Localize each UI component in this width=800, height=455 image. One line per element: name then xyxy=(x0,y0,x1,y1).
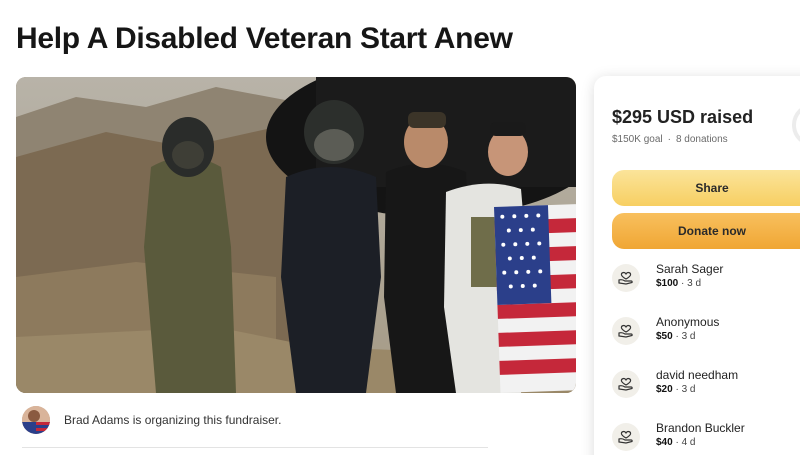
donation-item: david needham $20 · 3 d xyxy=(612,368,738,398)
donation-time: 3 d xyxy=(687,278,702,289)
progress-ring xyxy=(792,103,800,147)
organizer-avatar[interactable] xyxy=(22,406,50,434)
goal-summary: $150K goal · 8 donations xyxy=(612,134,728,145)
donor-name: david needham xyxy=(656,368,739,382)
donate-button[interactable]: Donate now xyxy=(612,213,800,249)
donation-meta: $40 · 4 d xyxy=(656,437,696,448)
organizer-row: Brad Adams is organizing this fundraiser… xyxy=(22,406,281,434)
donation-amount: $40 xyxy=(656,437,673,448)
organizer-text: Brad Adams is organizing this fundraiser… xyxy=(64,413,282,427)
donation-item: Sarah Sager $100 · 3 d xyxy=(612,262,723,292)
page-title: Help A Disabled Veteran Start Anew xyxy=(16,22,513,55)
donation-item: Anonymous $50 · 3 d xyxy=(612,315,719,345)
donation-time: 3 d xyxy=(681,384,696,395)
donation-card: $295 USD raised $150K goal · 8 donations S… xyxy=(594,76,800,455)
heart-hand-icon xyxy=(612,264,640,292)
donations-count: 8 donations xyxy=(675,134,728,145)
goal-amount: $150K goal xyxy=(612,134,663,145)
donation-amount: $100 xyxy=(656,278,679,289)
fundraiser-hero-image[interactable] xyxy=(16,77,576,393)
donor-name: Brandon Buckler xyxy=(656,421,745,435)
donation-time: 3 d xyxy=(681,331,696,342)
donation-amount: $20 xyxy=(656,384,673,395)
heart-hand-icon xyxy=(612,370,640,398)
donor-name: Sarah Sager xyxy=(656,262,724,276)
donor-name: Anonymous xyxy=(656,315,720,329)
donation-meta: $50 · 3 d xyxy=(656,331,696,342)
separator-dot: · xyxy=(667,134,671,145)
donation-item: Brandon Buckler $40 · 4 d xyxy=(612,421,745,451)
donation-amount: $50 xyxy=(656,331,673,342)
share-button[interactable]: Share xyxy=(612,170,800,206)
donation-time: 4 d xyxy=(681,437,696,448)
donation-meta: $20 · 3 d xyxy=(656,384,696,395)
donation-meta: $100 · 3 d xyxy=(656,278,702,289)
heart-hand-icon xyxy=(612,317,640,345)
heart-hand-icon xyxy=(612,423,640,451)
divider xyxy=(22,447,488,448)
amount-raised: $295 USD raised xyxy=(612,107,754,127)
